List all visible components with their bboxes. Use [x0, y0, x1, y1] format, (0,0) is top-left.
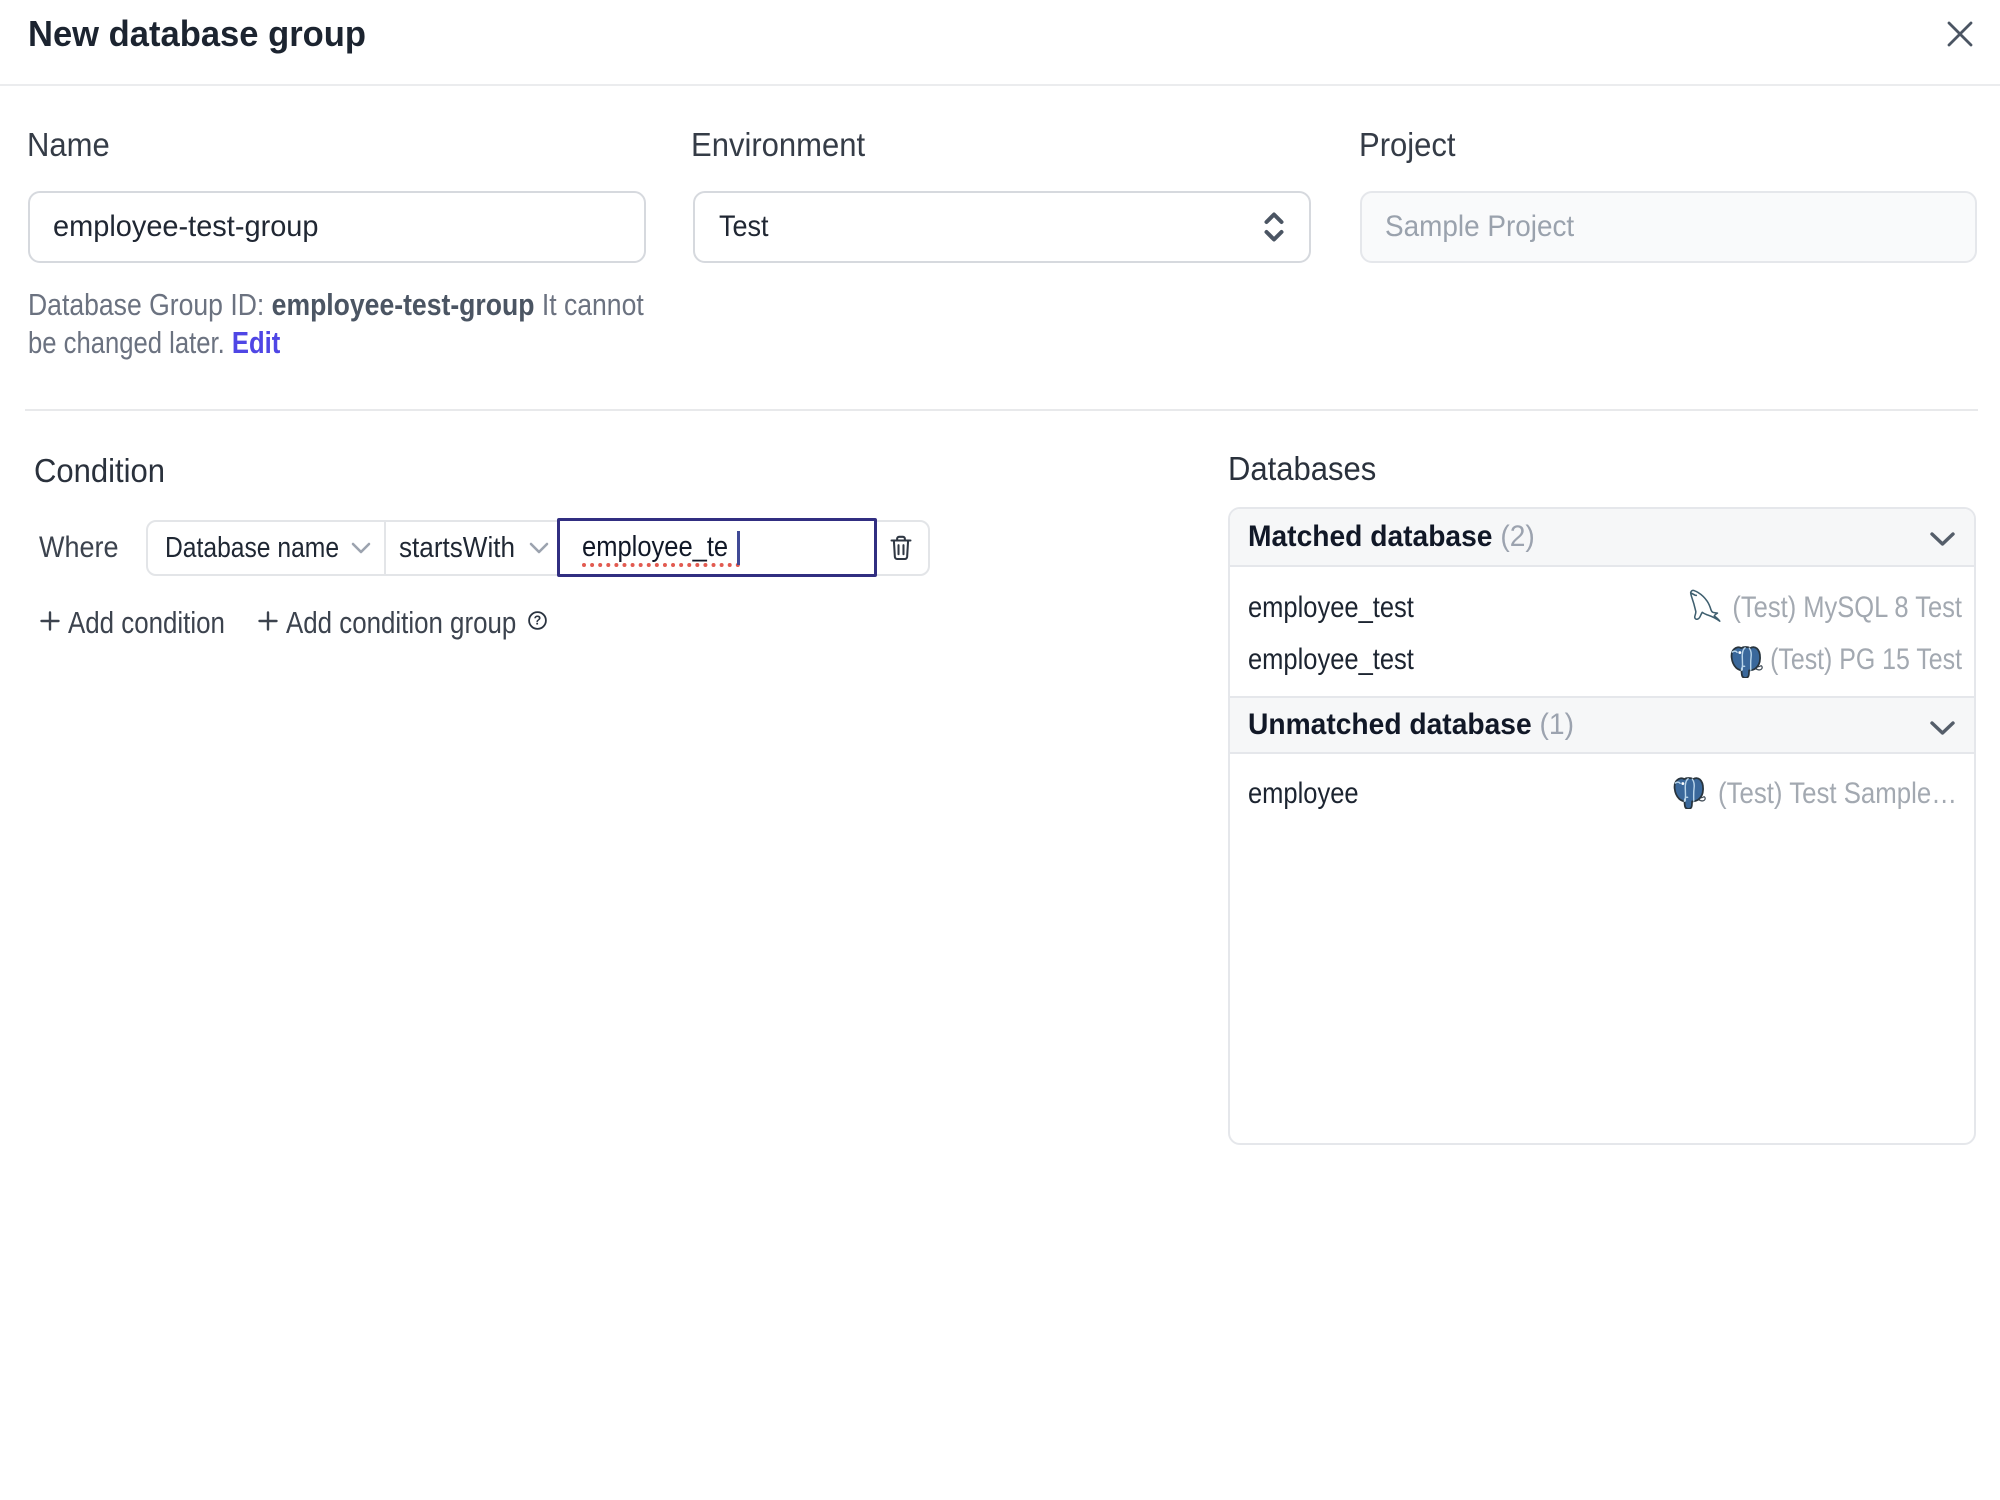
svg-text:?: ?: [534, 614, 542, 628]
